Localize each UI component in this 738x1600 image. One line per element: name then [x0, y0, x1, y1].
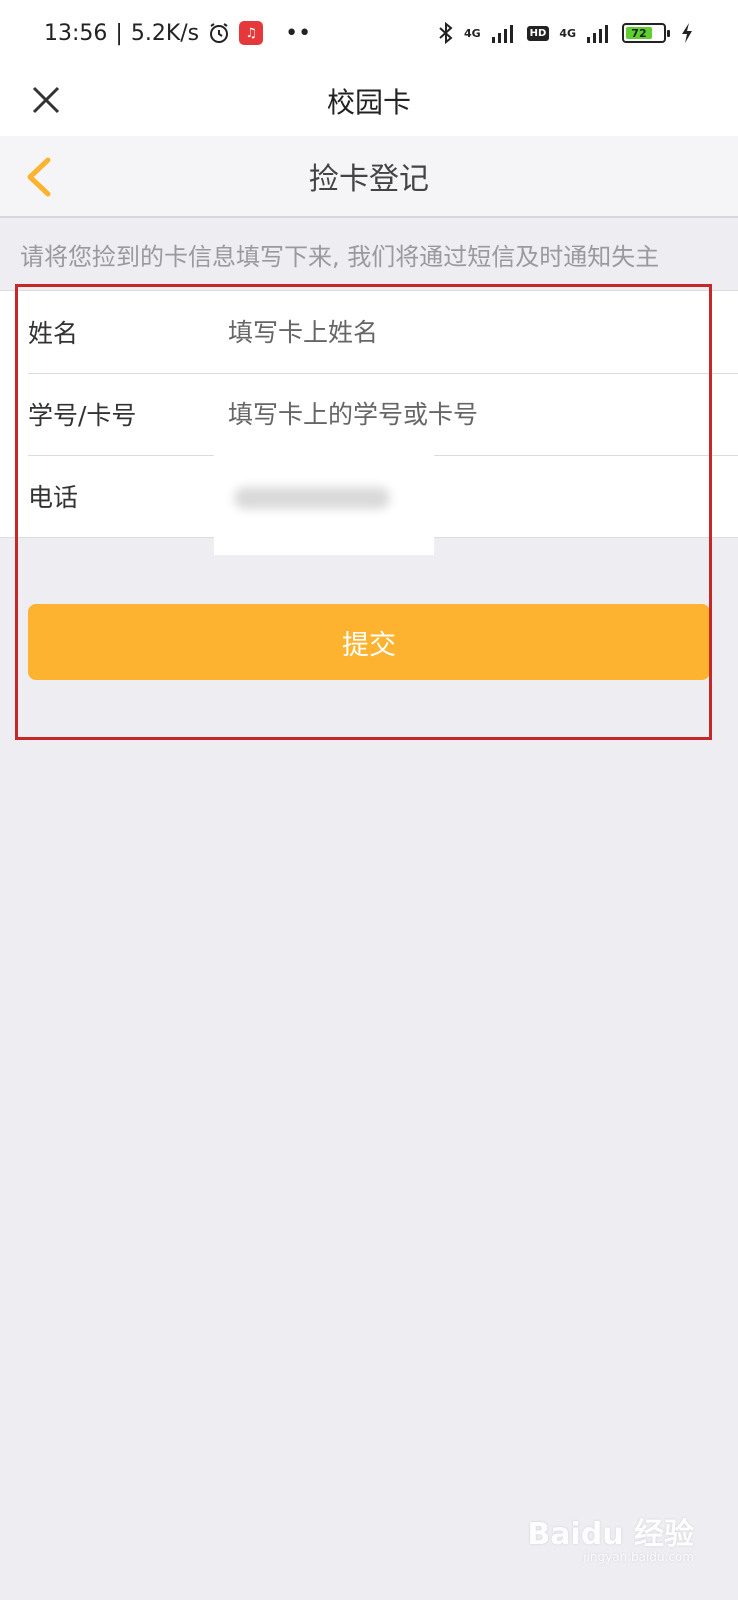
charging-icon — [682, 23, 692, 43]
form-row-phone: 电话 — [0, 455, 738, 555]
more-notifications-icon: •• — [285, 20, 312, 46]
network-type-1: 4G — [463, 26, 481, 40]
watermark: Baidu 经验 jingyan.baidu.com — [527, 1518, 694, 1564]
music-app-icon: ♫ — [239, 21, 264, 45]
top-bar: 校园卡 — [0, 66, 738, 136]
bluetooth-icon — [439, 21, 453, 45]
id-input[interactable] — [228, 399, 738, 429]
alarm-icon — [210, 23, 229, 43]
card-found-form: 姓名 学号/卡号 电话 — [0, 290, 738, 555]
watermark-brand: Baidu 经验 — [527, 1516, 694, 1552]
battery-level: 72 — [626, 27, 652, 40]
battery-icon: 72 — [622, 23, 670, 43]
phone-redacted-value — [214, 455, 434, 555]
hd-badge: HD — [526, 25, 550, 41]
phone-label: 电话 — [28, 483, 79, 512]
hint-text: 请将您捡到的卡信息填写下来, 我们将通过短信及时通知失主 — [20, 242, 660, 271]
form-row-id: 学号/卡号 — [0, 373, 738, 455]
status-time: 13:56 — [44, 20, 108, 46]
status-net-speed: 5.2K/s — [130, 20, 200, 46]
nav-title: 捡卡登记 — [309, 162, 429, 197]
network-type-2: 4G — [559, 26, 576, 40]
status-left: 13:56 | 5.2K/s ♫ •• — [44, 21, 311, 46]
form-row-name: 姓名 — [0, 291, 738, 373]
page-title: 校园卡 — [326, 86, 411, 119]
name-input[interactable] — [228, 317, 738, 347]
watermark-url: jingyan.baidu.com — [583, 1549, 694, 1564]
signal-icon-2 — [587, 25, 608, 43]
id-label: 学号/卡号 — [28, 401, 137, 430]
status-separator: | — [115, 20, 123, 46]
name-label: 姓名 — [28, 319, 79, 348]
signal-icon-1 — [491, 25, 513, 43]
nav-bar: 捡卡登记 — [0, 136, 738, 218]
status-bar: 13:56 | 5.2K/s ♫ •• 4G HD 4G 72 — [0, 0, 738, 66]
back-chevron-icon[interactable] — [20, 154, 60, 200]
submit-button[interactable]: 提交 — [28, 604, 710, 680]
close-icon[interactable] — [26, 80, 66, 120]
status-right: 4G HD 4G 72 — [438, 21, 694, 45]
